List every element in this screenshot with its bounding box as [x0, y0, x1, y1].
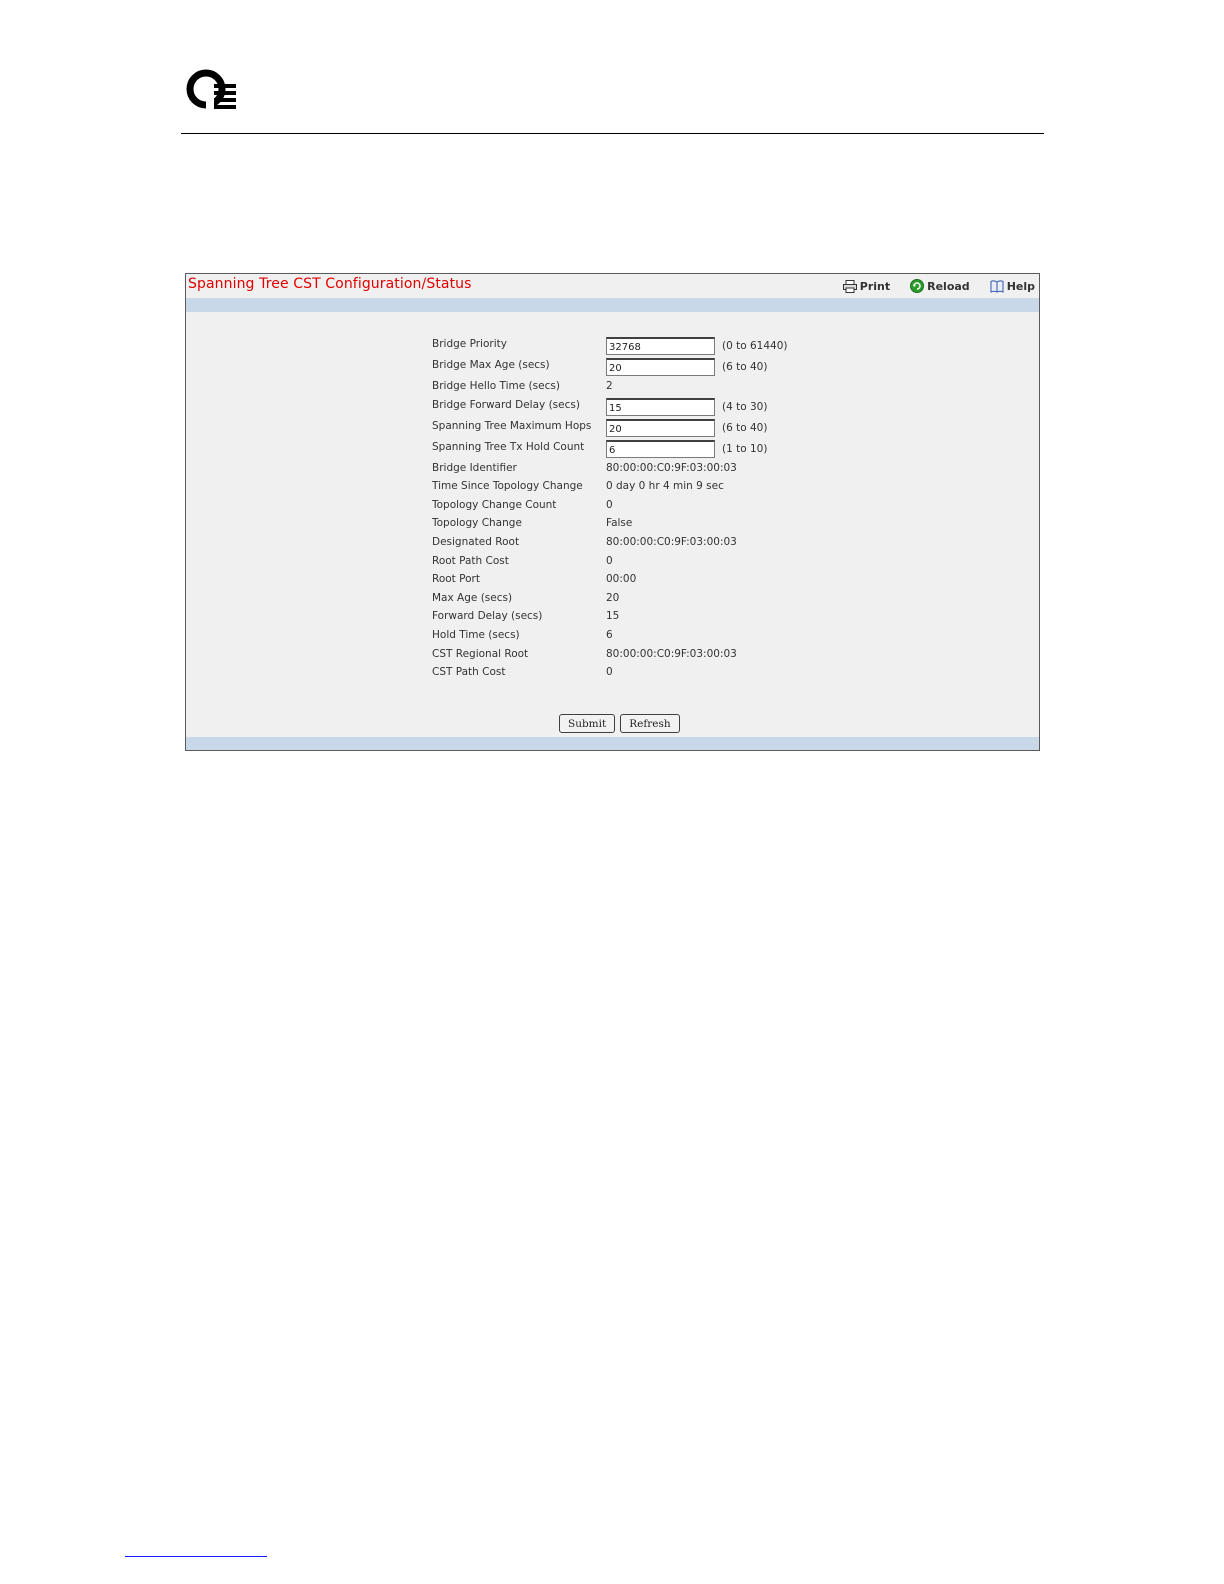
status-row-forward-delay: Forward Delay (secs) 15: [432, 608, 992, 627]
print-label: Print: [859, 279, 891, 293]
header-divider: [181, 133, 1044, 134]
help-button[interactable]: Help: [990, 280, 1035, 293]
field-range: (4 to 30): [722, 400, 768, 413]
status-row-max-age: Max Age (secs) 20: [432, 590, 992, 609]
field-label: Bridge Max Age (secs): [432, 359, 550, 371]
panel-toolbar: Print Reload Help: [842, 277, 1035, 295]
form-row-bridge-max-age: Bridge Max Age (secs) (6 to 40): [432, 357, 992, 378]
status-value: 20: [606, 591, 620, 604]
bridge-max-age-input[interactable]: [606, 358, 715, 376]
status-label: Topology Change Count: [432, 498, 557, 511]
reload-icon: [910, 279, 925, 293]
footer-link-underline[interactable]: [125, 1556, 267, 1557]
field-label: Bridge Forward Delay (secs): [432, 398, 580, 411]
field-label: Spanning Tree Maximum Hops: [432, 419, 592, 432]
field-range: (1 to 10): [722, 442, 768, 455]
status-row-cst-regional-root: CST Regional Root 80:00:00:C0:9F:03:00:0…: [432, 646, 992, 665]
status-value: 0: [606, 554, 613, 567]
status-value: 80:00:00:C0:9F:03:00:03: [606, 535, 737, 548]
field-label: Bridge Hello Time (secs): [432, 380, 560, 392]
tx-hold-count-input[interactable]: [606, 439, 715, 458]
form-buttons: Submit Refresh: [559, 714, 680, 733]
status-label: Hold Time (secs): [432, 628, 520, 641]
print-button[interactable]: Print: [842, 279, 891, 293]
company-logo-icon: [186, 69, 236, 111]
status-row-bridge-identifier: Bridge Identifier 80:00:00:C0:9F:03:00:0…: [432, 460, 992, 479]
status-label: Max Age (secs): [432, 591, 513, 604]
field-value: 2: [606, 380, 613, 392]
panel-header: Spanning Tree CST Configuration/Status P…: [186, 274, 1039, 298]
page-title: Spanning Tree CST Configuration/Status: [188, 276, 472, 292]
status-row-hold-time: Hold Time (secs) 6: [432, 627, 992, 646]
status-value: 0: [606, 498, 613, 511]
status-label: Root Port: [432, 573, 480, 586]
field-range: (6 to 40): [722, 361, 768, 373]
panel-header-band: [186, 298, 1039, 312]
status-label: Root Path Cost: [432, 554, 509, 567]
spanning-tree-cst-panel: Spanning Tree CST Configuration/Status P…: [185, 273, 1040, 751]
form-row-max-hops: Spanning Tree Maximum Hops (6 to 40): [432, 418, 992, 439]
submit-button[interactable]: Submit: [559, 714, 616, 733]
printer-icon: [842, 279, 857, 293]
status-value: 00:00: [606, 573, 637, 586]
status-value: 80:00:00:C0:9F:03:00:03: [606, 647, 737, 660]
status-row-topology-change: Topology Change False: [432, 515, 992, 534]
status-value: 0 day 0 hr 4 min 9 sec: [606, 480, 724, 493]
status-row-topology-change-count: Topology Change Count 0: [432, 497, 992, 516]
refresh-button[interactable]: Refresh: [620, 714, 680, 733]
status-row-root-path-cost: Root Path Cost 0: [432, 553, 992, 572]
bridge-priority-input[interactable]: [606, 337, 715, 355]
help-label: Help: [1006, 279, 1035, 293]
bridge-forward-delay-input[interactable]: [606, 397, 715, 416]
status-label: Designated Root: [432, 535, 520, 548]
field-range: (0 to 61440): [722, 340, 788, 352]
status-row-root-port: Root Port 00:00: [432, 571, 992, 590]
status-label: Forward Delay (secs): [432, 610, 543, 623]
status-value: False: [606, 517, 633, 530]
status-value: 0: [606, 666, 613, 679]
status-row-cst-path-cost: CST Path Cost 0: [432, 664, 992, 683]
reload-label: Reload: [927, 279, 970, 293]
help-book-icon: [990, 279, 1004, 293]
status-label: Bridge Identifier: [432, 461, 517, 474]
field-label: Bridge Priority: [432, 338, 507, 350]
status-row-time-since-topology-change: Time Since Topology Change 0 day 0 hr 4 …: [432, 478, 992, 497]
form-row-bridge-forward-delay: Bridge Forward Delay (secs) (4 to 30): [432, 397, 992, 418]
status-label: CST Path Cost: [432, 666, 506, 679]
field-range: (6 to 40): [722, 421, 768, 434]
cst-config-form: Bridge Priority (0 to 61440) Bridge Max …: [432, 336, 992, 683]
reload-button[interactable]: Reload: [910, 279, 970, 293]
form-row-bridge-priority: Bridge Priority (0 to 61440): [432, 336, 992, 357]
form-row-bridge-hello-time: Bridge Hello Time (secs) 2: [432, 378, 992, 397]
form-row-tx-hold-count: Spanning Tree Tx Hold Count (1 to 10): [432, 439, 992, 460]
status-label: CST Regional Root: [432, 647, 529, 660]
status-value: 15: [606, 610, 620, 623]
max-hops-input[interactable]: [606, 418, 715, 437]
status-label: Topology Change: [432, 517, 522, 530]
status-value: 80:00:00:C0:9F:03:00:03: [606, 461, 737, 474]
status-label: Time Since Topology Change: [432, 480, 583, 493]
panel-footer-band: [186, 737, 1039, 750]
status-row-designated-root: Designated Root 80:00:00:C0:9F:03:00:03: [432, 534, 992, 553]
status-value: 6: [606, 628, 613, 641]
field-label: Spanning Tree Tx Hold Count: [432, 440, 585, 453]
